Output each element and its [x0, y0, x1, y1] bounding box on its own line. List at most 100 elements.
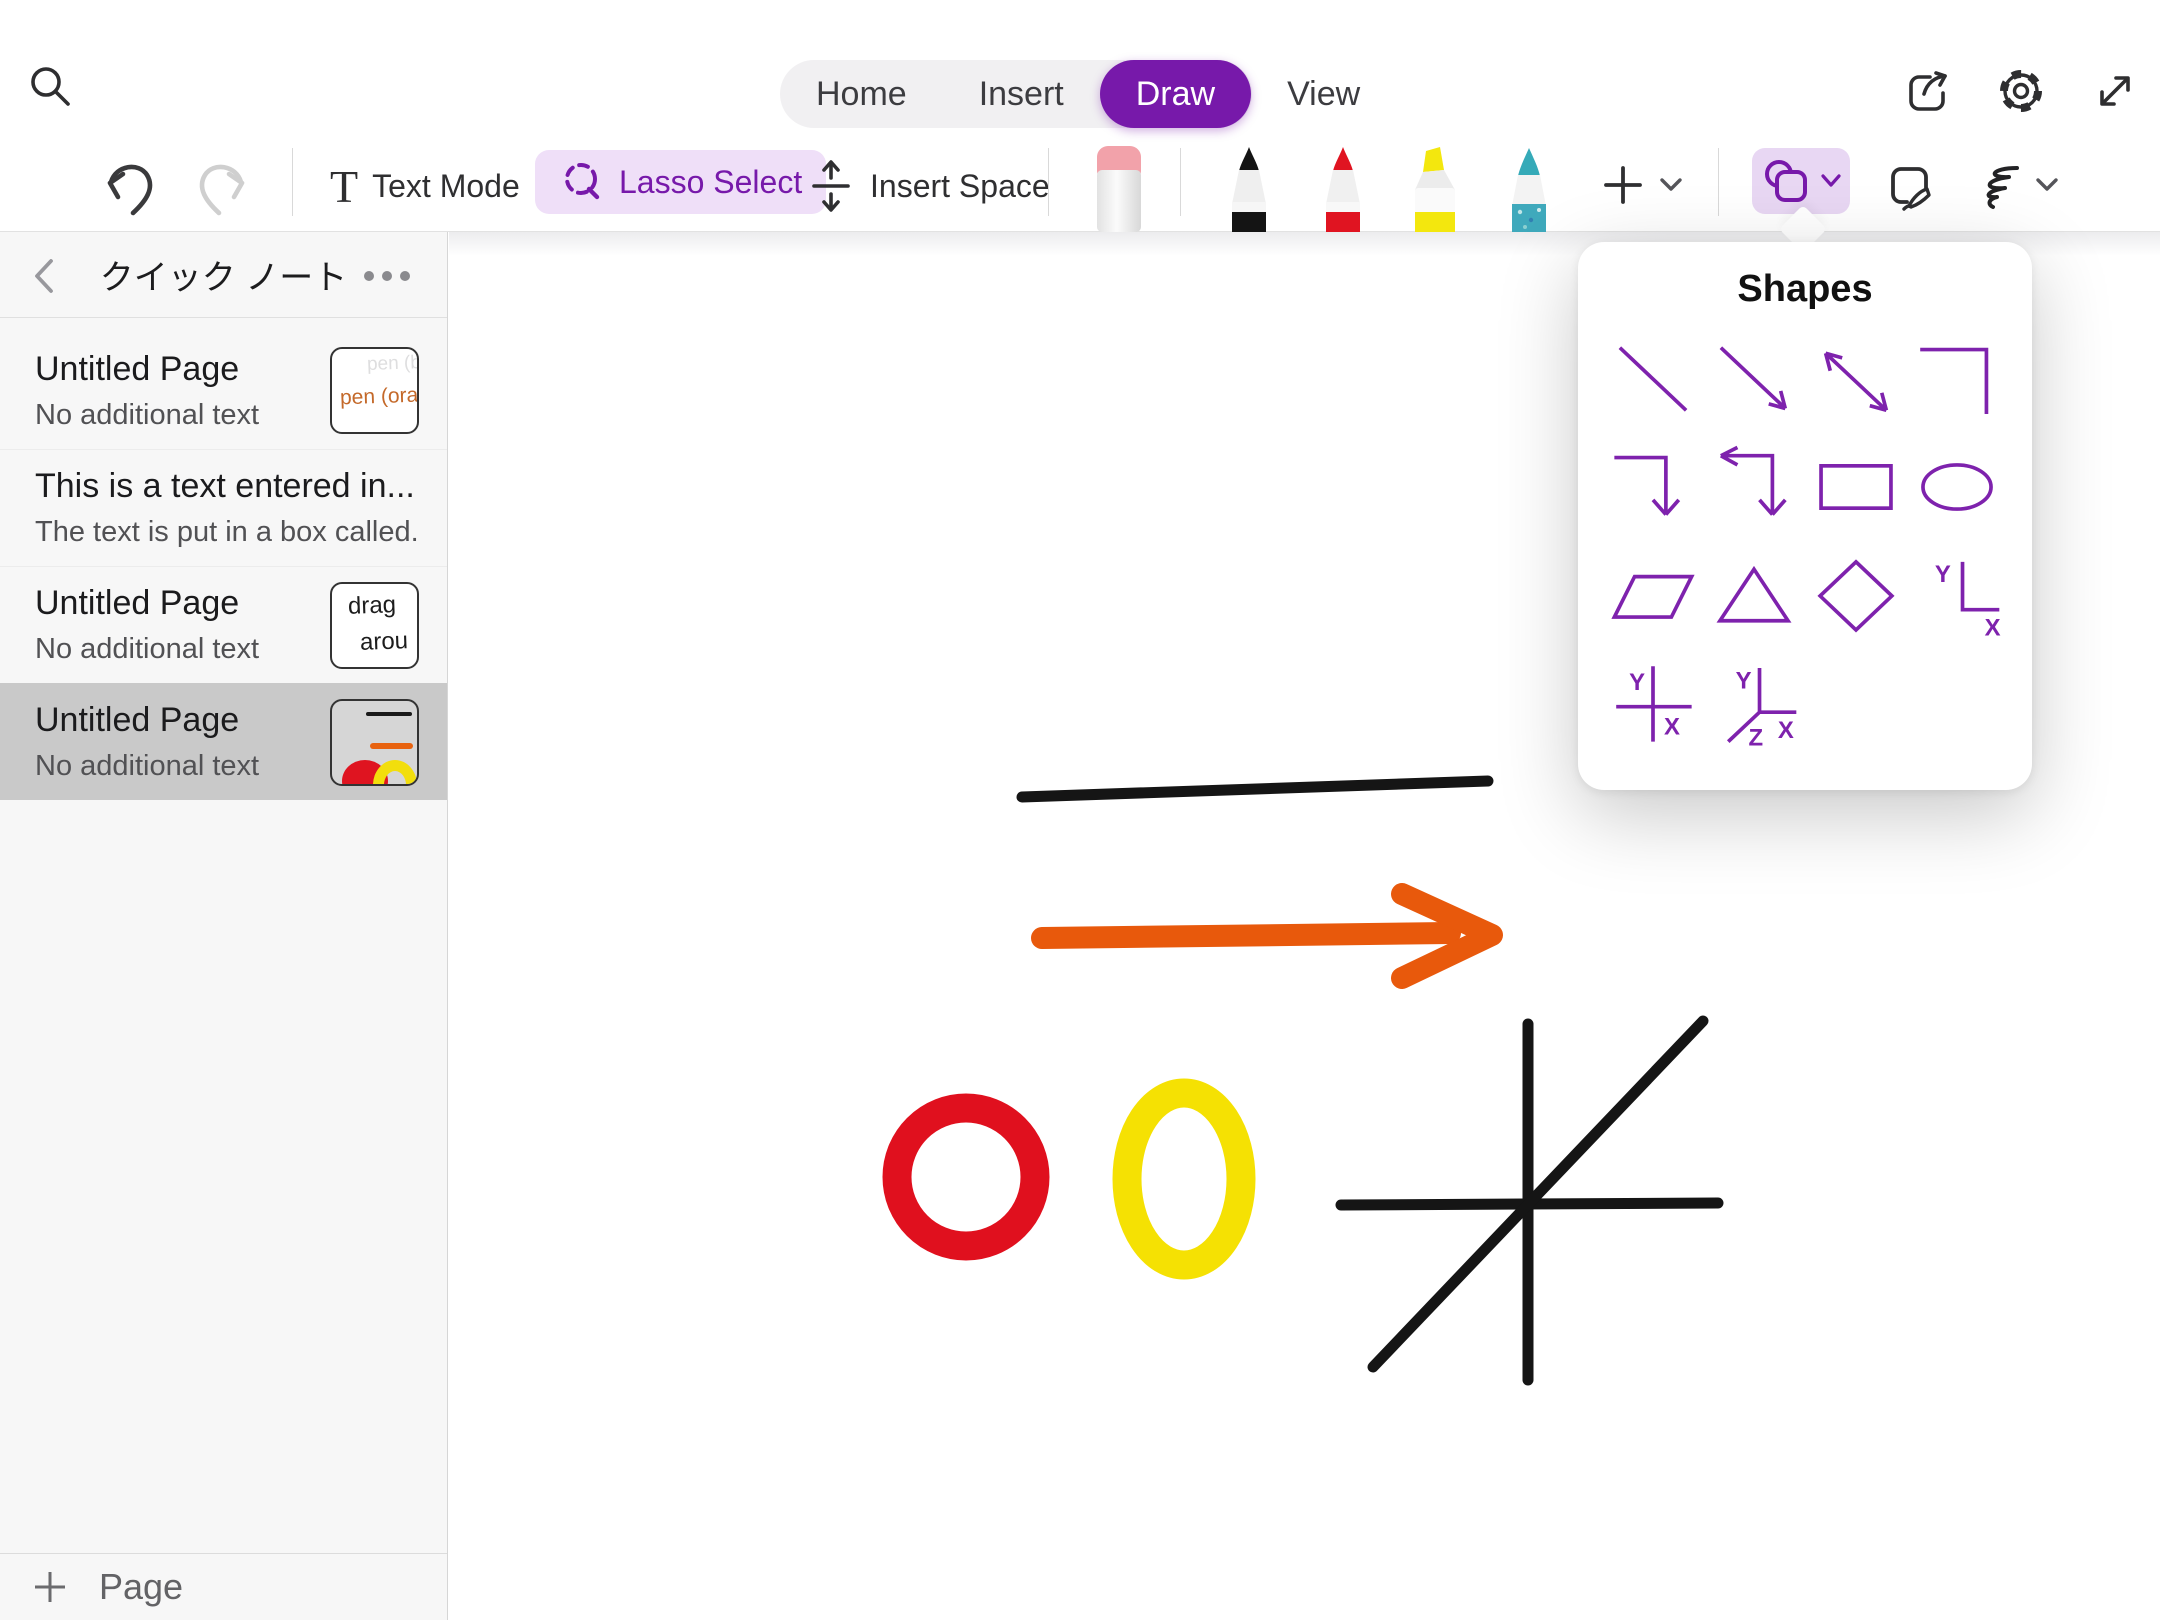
thumbnail-ink-text: pen (ora: [340, 384, 419, 411]
red-pen-icon: [1312, 144, 1374, 232]
yellow-highlighter-icon: [1402, 144, 1468, 232]
shapes-grid: Y X Y X Y X Z: [1578, 311, 2032, 757]
shape-axis-xyz[interactable]: Y X Z: [1704, 649, 1806, 757]
add-page-button[interactable]: Page: [0, 1553, 447, 1620]
eraser-tool[interactable]: [1086, 142, 1152, 232]
undo-icon: [99, 156, 159, 218]
lasso-select-button[interactable]: Lasso Select: [535, 150, 826, 214]
ribbon-tab-bar: Home Insert Draw View: [780, 60, 1252, 128]
shape-parallelogram[interactable]: [1602, 541, 1704, 649]
elbow-arrow-icon: [1607, 441, 1699, 533]
expand-icon: [2089, 65, 2141, 117]
chevron-down-icon: [1658, 176, 1684, 194]
shapes-icon: [1760, 157, 1812, 205]
chevron-down-icon: [1820, 173, 1842, 189]
back-button[interactable]: [26, 256, 62, 296]
svg-text:Z: Z: [1749, 724, 1764, 749]
shapes-grid-empty-cell: [1805, 649, 1907, 757]
elbow-double-arrow-icon: [1708, 441, 1800, 533]
shape-diamond[interactable]: [1805, 541, 1907, 649]
search-button[interactable]: [22, 58, 78, 114]
tab-draw[interactable]: Draw: [1100, 60, 1251, 128]
page-title: Untitled Page: [35, 350, 318, 389]
insert-space-label: Insert Space: [870, 168, 1050, 205]
redo-icon: [193, 156, 253, 218]
sidebar-header: クイック ノート: [0, 232, 447, 318]
thumbnail-yellow-circle: [373, 760, 417, 786]
share-button[interactable]: [1898, 62, 1956, 120]
shape-arrow[interactable]: [1704, 325, 1806, 433]
black-pen-tool[interactable]: [1218, 144, 1280, 232]
undo-button[interactable]: [98, 156, 160, 218]
tab-home[interactable]: Home: [780, 60, 943, 128]
lasso-icon: [559, 158, 607, 206]
shape-elbow-double-arrow[interactable]: [1704, 433, 1806, 541]
teal-pencil-tool[interactable]: [1498, 144, 1560, 232]
redo-button[interactable]: [192, 156, 254, 218]
share-icon: [1900, 64, 1954, 118]
page-list-item-selected[interactable]: Untitled Page No additional text: [0, 683, 447, 800]
toolbar-divider: [292, 148, 293, 216]
page-thumbnail: [330, 699, 419, 786]
settings-button[interactable]: [1992, 62, 2050, 120]
shape-corner-axis-yx[interactable]: Y X: [1907, 541, 2009, 649]
section-more-button[interactable]: [361, 266, 413, 286]
cross-axis-xy-icon: Y X: [1607, 657, 1699, 749]
page-subtitle: The text is put in a box called...: [35, 516, 419, 549]
shape-line[interactable]: [1602, 325, 1704, 433]
shape-elbow-line[interactable]: [1907, 325, 2009, 433]
yellow-highlighter-tool[interactable]: [1402, 144, 1468, 232]
page-list-item[interactable]: Untitled Page No additional text drag ar…: [0, 566, 447, 683]
note-annotate-button[interactable]: [1880, 156, 1940, 216]
double-arrow-icon: [1810, 333, 1902, 425]
shape-ellipse[interactable]: [1907, 433, 2009, 541]
thumbnail-black-line: [366, 712, 412, 716]
page-title: Untitled Page: [35, 584, 318, 623]
plus-icon: [33, 1570, 67, 1604]
toolbar-divider: [1180, 148, 1181, 216]
add-pen-dropdown[interactable]: [1656, 172, 1686, 198]
tab-insert[interactable]: Insert: [943, 60, 1100, 128]
svg-text:X: X: [1778, 717, 1794, 744]
tab-view-label: View: [1287, 75, 1360, 114]
line-icon: [1607, 333, 1699, 425]
shape-elbow-arrow[interactable]: [1602, 433, 1704, 541]
shape-rectangle[interactable]: [1805, 433, 1907, 541]
search-icon: [25, 61, 75, 111]
ink-replay-dropdown[interactable]: [2032, 172, 2062, 198]
page-list-item[interactable]: This is a text entered in... The text is…: [0, 449, 447, 566]
thumbnail-ink-text: arou: [360, 627, 409, 657]
shapes-grid-empty-cell: [1907, 649, 2009, 757]
red-pen-tool[interactable]: [1312, 144, 1374, 232]
ink-replay-button[interactable]: [1966, 158, 2026, 216]
page-subtitle: No additional text: [35, 633, 318, 666]
draw-toolbar: T Text Mode Lasso Select Insert S: [0, 140, 2160, 232]
insert-space-button[interactable]: Insert Space: [806, 140, 1050, 232]
shapes-button[interactable]: [1752, 148, 1850, 214]
page-list-item[interactable]: Untitled Page No additional text pen (bl…: [0, 332, 447, 449]
elbow-line-icon: [1911, 333, 2003, 425]
text-mode-label: Text Mode: [372, 168, 520, 205]
chevron-down-icon: [2034, 176, 2060, 194]
page-thumbnail: drag arou: [330, 582, 419, 669]
shape-triangle[interactable]: [1704, 541, 1806, 649]
shape-double-arrow[interactable]: [1805, 325, 1907, 433]
text-mode-icon: T: [330, 160, 358, 213]
settings-gear-icon: [1993, 63, 2049, 119]
thumbnail-orange-line: [370, 743, 413, 749]
shapes-popup-title: Shapes: [1578, 268, 2032, 311]
text-mode-button[interactable]: T Text Mode: [330, 140, 520, 232]
toolbar-divider: [1048, 148, 1049, 216]
fullscreen-button[interactable]: [2086, 62, 2144, 120]
corner-axis-yx-icon: Y X: [1911, 549, 2003, 641]
ellipsis-icon: [361, 269, 413, 283]
add-pen-button[interactable]: [1596, 158, 1650, 212]
tab-insert-label: Insert: [979, 75, 1064, 114]
note-pencil-icon: [1882, 158, 1938, 214]
tab-view[interactable]: View: [1251, 60, 1396, 128]
svg-text:Y: Y: [1736, 667, 1752, 694]
lasso-select-label: Lasso Select: [619, 164, 802, 201]
black-pen-icon: [1218, 144, 1280, 232]
page-title: This is a text entered in...: [35, 467, 419, 506]
shape-cross-axis-xy[interactable]: Y X: [1602, 649, 1704, 757]
